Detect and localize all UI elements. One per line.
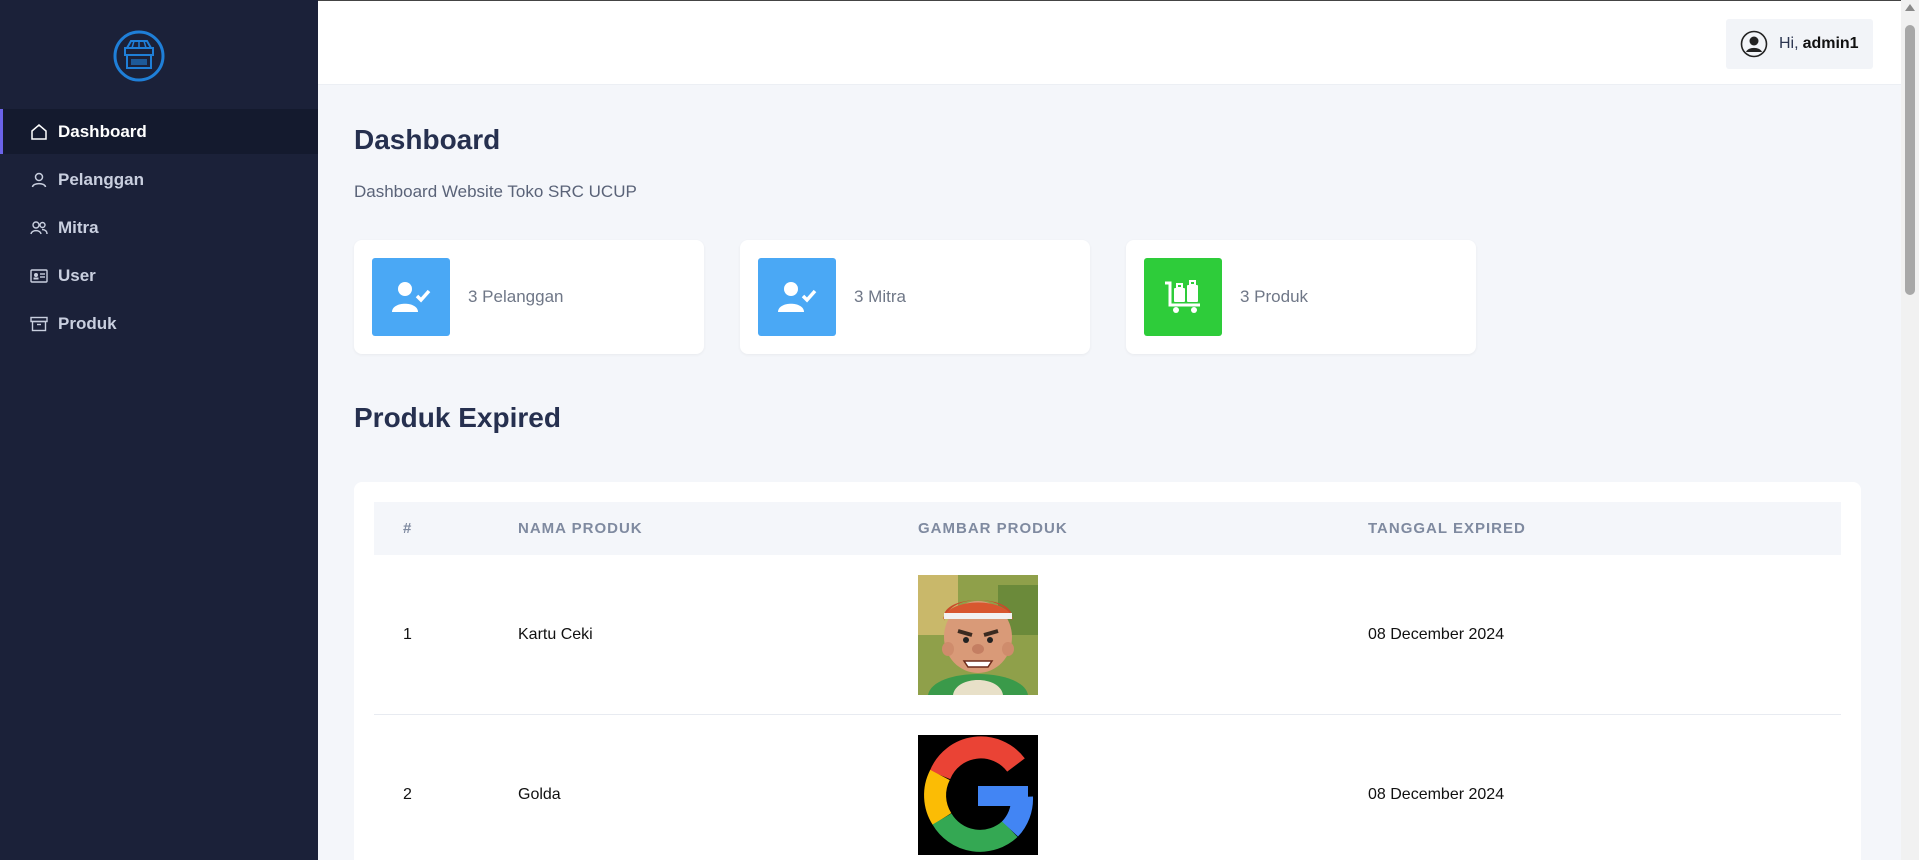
user-greeting: Hi, [1779,35,1799,52]
sidebar-item-pelanggan[interactable]: Pelanggan [0,157,318,202]
section-title-produk-expired: Produk Expired [354,402,561,433]
stat-card-pelanggan: 3 Pelanggan [354,240,704,354]
expired-date: 08 December 2024 [1368,625,1505,643]
expired-products-table: # Nama Produk Gambar Produk Tanggal Expi… [354,482,1861,860]
column-header-tanggal-expired: Tanggal Expired [1368,520,1526,537]
stat-card-produk: 3 Produk [1126,240,1476,354]
sidebar-nav: Dashboard Pelanggan Mitra User Produk [0,109,318,349]
column-header-number: # [403,520,413,537]
table-header: # Nama Produk Gambar Produk Tanggal Expi… [374,502,1841,555]
sidebar-item-label: User [58,265,96,285]
stat-label: 3 Pelanggan [468,287,564,306]
page-title: Dashboard [354,124,501,155]
user-name: admin1 [1802,35,1859,52]
id-card-icon [30,267,48,285]
sidebar-item-label: Produk [58,313,117,333]
sidebar-item-mitra[interactable]: Mitra [0,205,318,250]
user-check-icon [372,258,450,336]
page-subtitle: Dashboard Website Toko SRC UCUP [354,182,637,201]
sidebar-item-user[interactable]: User [0,253,318,298]
user-icon [30,171,48,189]
sidebar-item-label: Dashboard [58,121,147,141]
table-row: 2 Golda 08 December 2024 [374,715,1841,860]
sidebar-item-label: Mitra [58,217,99,237]
expired-date: 08 December 2024 [1368,785,1505,803]
scrollbar[interactable] [1901,0,1919,860]
user-menu[interactable]: Hi, admin1 [1726,19,1873,69]
product-name: Golda [518,785,561,803]
scrollbar-thumb[interactable] [1905,25,1915,295]
sidebar: Dashboard Pelanggan Mitra User Produk [0,0,318,860]
column-header-gambar-produk: Gambar Produk [918,520,1068,537]
store-logo-icon[interactable] [113,30,165,82]
top-bar: Hi, admin1 [318,0,1901,85]
luggage-cart-icon [1144,258,1222,336]
archive-icon [30,315,48,333]
google-logo-image [918,734,1038,855]
sidebar-item-dashboard[interactable]: Dashboard [0,109,318,154]
scroll-up-arrow-icon[interactable] [1905,4,1915,11]
sidebar-item-label: Pelanggan [58,169,144,189]
row-number: 2 [403,785,412,803]
user-check-icon [758,258,836,336]
home-icon [30,123,48,141]
user-avatar-icon [1740,30,1768,58]
product-name: Kartu Ceki [518,625,593,643]
stat-label: 3 Mitra [854,287,906,306]
column-header-nama-produk: Nama Produk [518,520,643,537]
row-number: 1 [403,625,412,643]
table-row: 1 Kartu Ceki 08 December 2024 [374,555,1841,715]
sidebar-item-produk[interactable]: Produk [0,301,318,346]
stat-card-mitra: 3 Mitra [740,240,1090,354]
users-icon [30,219,48,237]
cartoon-character-image [918,574,1038,695]
stat-label: 3 Produk [1240,287,1309,306]
